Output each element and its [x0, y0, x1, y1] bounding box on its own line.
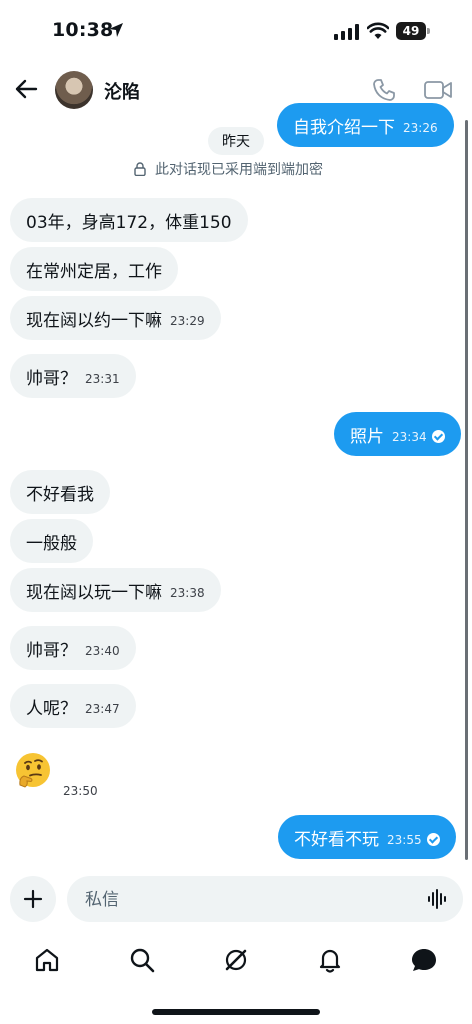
message-input[interactable]: [83, 876, 407, 924]
message-text: 现在闼以约一下嘛: [26, 310, 162, 331]
message-text: 一般般: [26, 533, 77, 554]
encryption-notice-text: 此对话现已采用端到端加密: [155, 162, 323, 178]
thinking-face-emoji[interactable]: [14, 751, 52, 789]
message-text: 在常州定居，工作: [26, 261, 162, 282]
message-bubble-incoming[interactable]: 人呢？ 23:47: [10, 684, 136, 728]
message-text: 帅哥？: [26, 368, 77, 389]
battery-level: 49: [396, 22, 426, 40]
message-time: 23:38: [170, 585, 205, 600]
message-time: 23:29: [170, 313, 205, 328]
search-icon[interactable]: [128, 946, 156, 974]
message-bubble-incoming[interactable]: 03年，身高172，体重150: [10, 198, 248, 242]
messages-icon[interactable]: [410, 946, 438, 974]
message-time: 23:31: [85, 371, 120, 386]
contact-avatar[interactable]: [55, 71, 93, 109]
cellular-signal-icon: [334, 24, 359, 40]
home-icon[interactable]: [33, 946, 61, 974]
date-separator: 昨天: [208, 127, 264, 155]
message-composer: [67, 876, 463, 924]
message-bubble-incoming[interactable]: 帅哥？ 23:40: [10, 626, 136, 670]
plus-icon: [23, 889, 43, 909]
message-time: 23:47: [85, 701, 120, 716]
message-bubble-incoming[interactable]: 一般般: [10, 519, 93, 563]
message-text: 人呢？: [26, 698, 77, 719]
message-text: 自我介绍一下: [293, 117, 395, 138]
phone-icon[interactable]: [372, 78, 396, 102]
read-check-icon: [431, 430, 445, 443]
contact-name[interactable]: 沦陷: [104, 78, 140, 104]
message-text: 照片: [350, 426, 384, 447]
message-text: 现在闼以玩一下嘛: [26, 582, 162, 603]
encryption-notice: 此对话现已采用端到端加密: [134, 159, 323, 179]
message-time: 23:34: [392, 429, 427, 444]
bell-icon[interactable]: [316, 946, 344, 974]
message-time: 23:50: [63, 784, 98, 798]
chat-scrollbar[interactable]: [465, 120, 468, 860]
message-bubble-incoming[interactable]: 现在闼以约一下嘛 23:29: [10, 296, 221, 340]
message-bubble-outgoing[interactable]: 不好看不玩 23:55: [278, 815, 456, 859]
video-call-icon[interactable]: [424, 80, 452, 100]
message-bubble-incoming[interactable]: 在常州定居，工作: [10, 247, 178, 291]
home-indicator: [152, 1009, 320, 1015]
voice-message-icon[interactable]: [427, 889, 449, 909]
message-bubble-outgoing[interactable]: 自我介绍一下 23:26: [277, 103, 454, 147]
grok-icon[interactable]: [222, 946, 250, 974]
message-bubble-incoming[interactable]: 帅哥？ 23:31: [10, 354, 136, 398]
message-time: 23:40: [85, 643, 120, 658]
message-text: 03年，身高172，体重150: [26, 212, 232, 233]
message-bubble-incoming[interactable]: 不好看我: [10, 470, 110, 514]
location-arrow-icon: [109, 23, 123, 37]
message-bubble-outgoing[interactable]: 照片 23:34: [334, 412, 461, 456]
message-text: 不好看我: [26, 484, 94, 505]
status-time: 10:38: [52, 19, 114, 41]
back-arrow-icon[interactable]: [14, 78, 38, 100]
message-text: 不好看不玩: [294, 829, 379, 850]
add-attachment-button[interactable]: [10, 876, 56, 922]
battery-icon: 49: [396, 22, 432, 40]
message-time: 23:26: [403, 120, 438, 135]
message-text: 帅哥？: [26, 640, 77, 661]
lock-icon: [134, 162, 146, 176]
read-check-icon: [426, 833, 440, 846]
wifi-icon: [367, 22, 389, 39]
message-bubble-incoming[interactable]: 现在闼以玩一下嘛 23:38: [10, 568, 221, 612]
message-time: 23:55: [387, 832, 422, 847]
